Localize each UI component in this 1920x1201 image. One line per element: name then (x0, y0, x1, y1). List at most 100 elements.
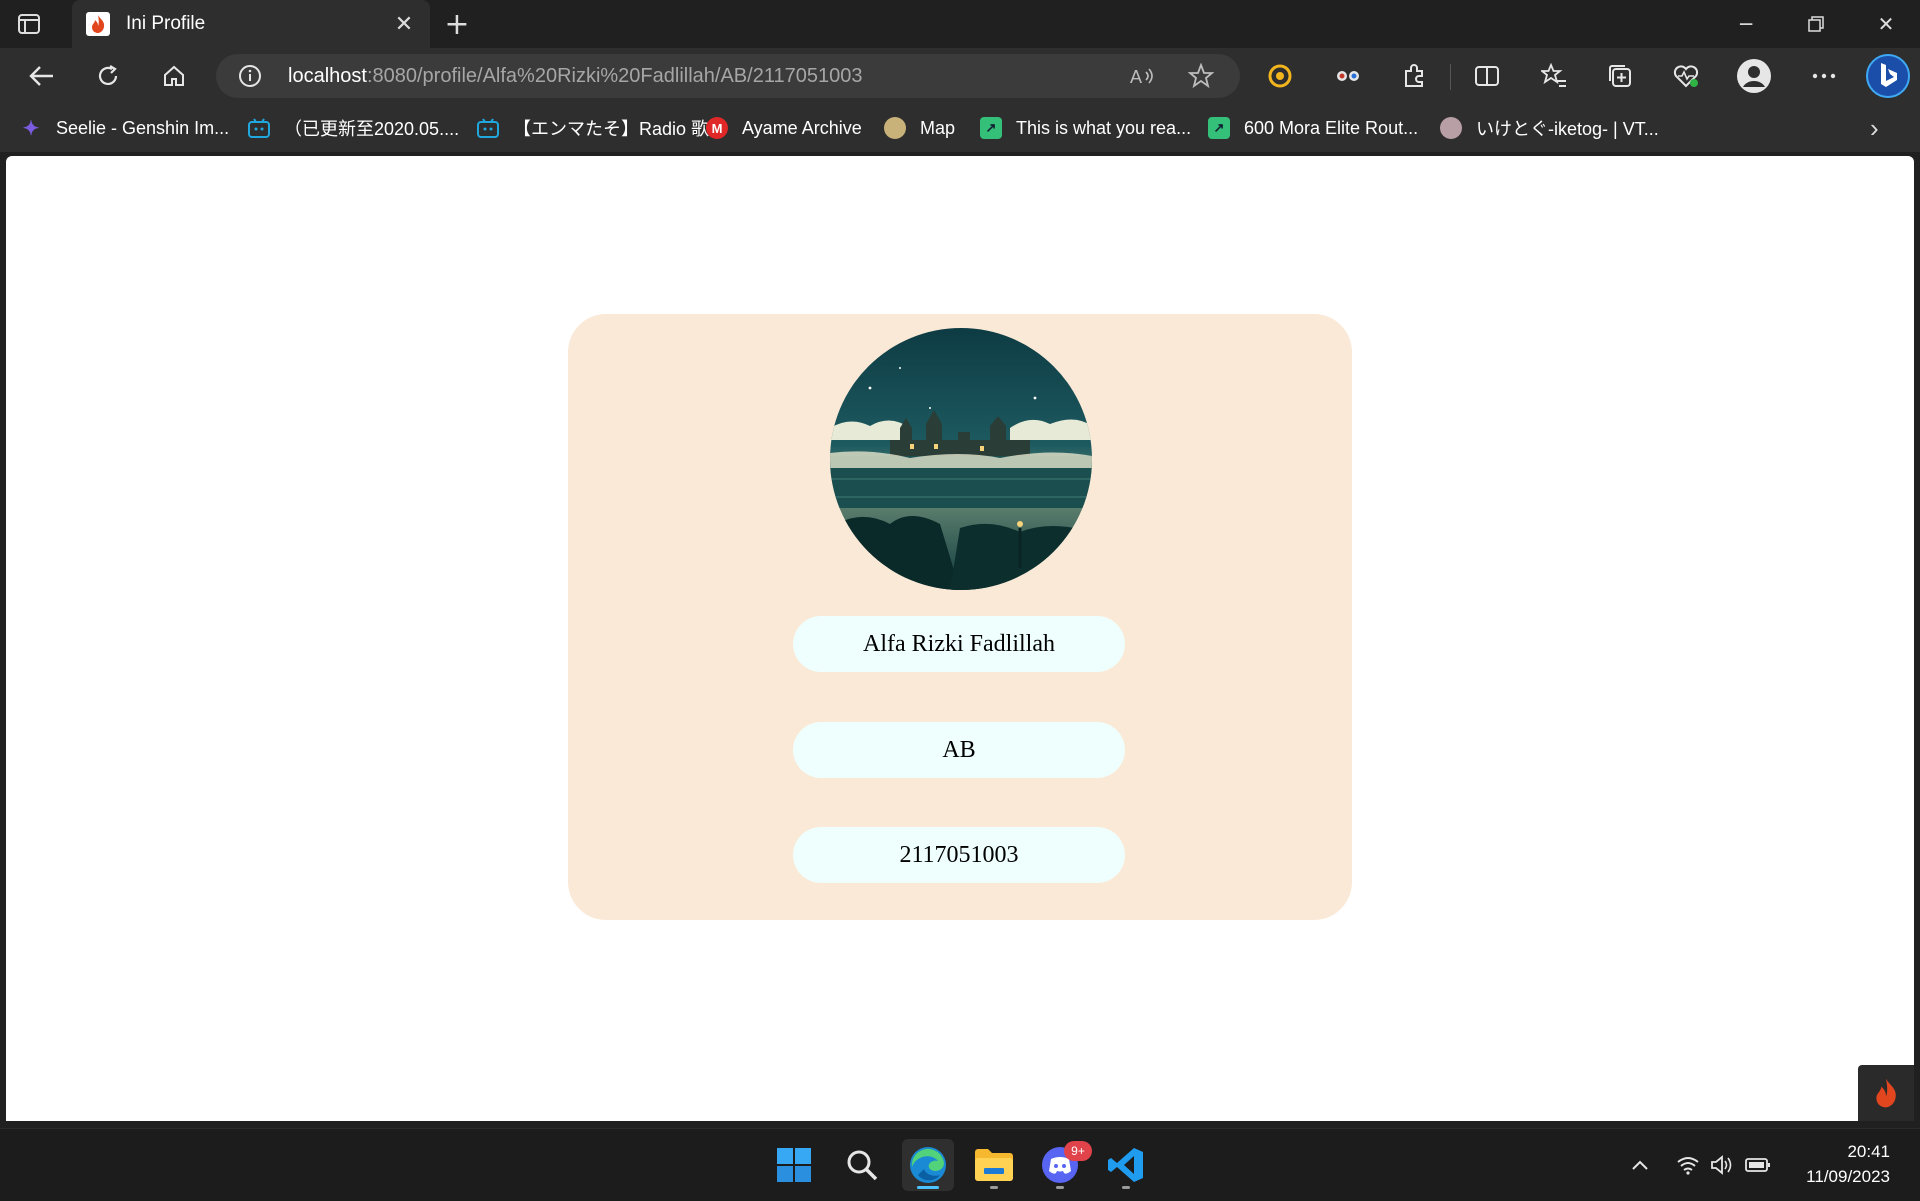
wifi-icon (1677, 1157, 1699, 1175)
running-indicator (1122, 1186, 1130, 1189)
search-button[interactable] (836, 1139, 888, 1191)
bookmark-item[interactable]: M Ayame Archive (706, 114, 862, 142)
bookmark-item[interactable]: ✦ Seelie - Genshin Im... (20, 114, 229, 142)
tab-close-icon[interactable]: ✕ (392, 12, 416, 37)
read-aloud-icon[interactable]: A (1130, 64, 1156, 88)
minimize-button[interactable]: ─ (1712, 0, 1780, 48)
bookmark-item[interactable]: ↗ This is what you rea... (980, 114, 1191, 142)
codeigniter-flame-icon (1876, 1078, 1896, 1108)
url-host: localhost (288, 65, 367, 87)
running-indicator (990, 1186, 998, 1189)
battery-icon (1745, 1158, 1770, 1172)
bookmarks-bar: ✦ Seelie - Genshin Im... （已更新至2020.05....… (0, 104, 1920, 152)
bing-copilot-button[interactable] (1864, 52, 1912, 100)
url-path: :8080/profile/Alfa%20Rizki%20Fadlillah/A… (366, 65, 863, 87)
search-icon (847, 1150, 878, 1181)
more-dots-icon (1812, 73, 1836, 79)
address-bar[interactable]: localhost:8080/profile/Alfa%20Rizki%20Fa… (216, 54, 1240, 98)
new-tab-button[interactable]: + (442, 7, 472, 42)
bing-icon (1866, 54, 1910, 98)
bookmark-item[interactable]: いけとぐ-iketog- | VT... (1440, 114, 1659, 142)
start-button[interactable] (768, 1139, 820, 1191)
active-indicator (917, 1186, 939, 1189)
extension-coin-button[interactable] (1262, 58, 1298, 94)
favorites-button[interactable] (1536, 58, 1572, 94)
site-info-icon[interactable] (238, 64, 262, 88)
vscode-icon (1108, 1148, 1143, 1182)
profile-card: Alfa Rizki Fadlillah AB 2117051003 (568, 314, 1352, 920)
running-indicator (1056, 1186, 1064, 1189)
url-text[interactable]: localhost:8080/profile/Alfa%20Rizki%20Fa… (288, 54, 862, 98)
bookmark-label: いけとぐ-iketog- | VT... (1476, 119, 1659, 139)
route-icon: ↗ (1208, 117, 1230, 139)
bilibili-icon (248, 117, 270, 139)
night-castle-illustration (830, 328, 1092, 590)
bookmark-label: 【エンマたそ】Radio 歌... (513, 119, 725, 139)
bookmark-item[interactable]: ↗ 600 Mora Elite Rout... (1208, 114, 1418, 142)
bookmark-item[interactable]: Map (884, 114, 955, 142)
bilibili-icon (477, 117, 499, 139)
notification-badge: 9+ (1064, 1141, 1092, 1161)
more-bookmarks-chevron-icon[interactable]: › (1870, 113, 1879, 143)
collections-button[interactable] (1602, 58, 1638, 94)
volume-icon (1711, 1155, 1732, 1175)
profile-avatar-icon (1737, 59, 1771, 93)
bookmark-label: 600 Mora Elite Rout... (1244, 117, 1419, 138)
battery-button[interactable] (1744, 1151, 1772, 1179)
home-button[interactable] (154, 58, 194, 94)
favorite-star-icon[interactable] (1188, 63, 1214, 89)
bookmark-item[interactable]: 【エンマたそ】Radio 歌... (477, 114, 724, 142)
bookmark-label: This is what you rea... (1016, 117, 1192, 138)
page-viewport: Alfa Rizki Fadlillah AB 2117051003 (6, 156, 1914, 1121)
refresh-icon (98, 65, 118, 85)
settings-more-button[interactable] (1806, 58, 1842, 94)
glasses-extension-icon (1337, 71, 1359, 81)
home-icon (164, 65, 184, 86)
refresh-button[interactable] (88, 58, 128, 94)
network-button[interactable] (1674, 1151, 1702, 1179)
codeigniter-debug-toolbar-button[interactable] (1858, 1065, 1914, 1121)
route-icon: ↗ (980, 117, 1002, 139)
codeigniter-favicon-icon (86, 12, 110, 36)
close-window-button[interactable]: ✕ (1852, 0, 1920, 48)
collections-icon (1609, 65, 1631, 87)
tab-actions-button[interactable] (14, 10, 44, 38)
show-hidden-icons-button[interactable] (1626, 1151, 1654, 1179)
back-button[interactable] (22, 58, 62, 94)
extension-glasses-button[interactable] (1330, 58, 1366, 94)
coin-extension-icon (1268, 64, 1292, 88)
active-tab[interactable]: Ini Profile ✕ (72, 0, 430, 48)
restore-button[interactable] (1782, 0, 1850, 48)
profile-name-field: Alfa Rizki Fadlillah (793, 616, 1125, 672)
tab-actions-icon (18, 14, 40, 34)
bookmark-label: Map (920, 117, 956, 138)
clock[interactable]: 20:41 11/09/2023 (1806, 1139, 1890, 1189)
tab-strip: Ini Profile ✕ + ─ ✕ (0, 0, 1920, 48)
taskbar-edge-app[interactable] (902, 1139, 954, 1191)
folder-icon (975, 1149, 1013, 1181)
taskbar-vscode-app[interactable] (1100, 1139, 1152, 1191)
taskbar-discord-app[interactable]: 9+ (1034, 1139, 1092, 1191)
toolbar-divider (1450, 64, 1451, 90)
svg-text:A: A (1130, 67, 1142, 87)
m-logo-icon: M (706, 117, 728, 139)
volume-button[interactable] (1708, 1151, 1736, 1179)
profile-class-field: AB (793, 722, 1125, 778)
clock-date: 11/09/2023 (1806, 1167, 1890, 1186)
back-arrow-icon (29, 66, 53, 86)
bookmark-item[interactable]: （已更新至2020.05.... (248, 114, 459, 142)
extensions-button[interactable] (1396, 58, 1432, 94)
restore-icon (1808, 16, 1824, 32)
windows-logo-icon (777, 1148, 811, 1182)
favorites-list-icon (1541, 63, 1566, 87)
profile-avatar-image (830, 328, 1092, 590)
butterfly-icon: ✦ (22, 117, 40, 140)
profile-button[interactable] (1736, 58, 1772, 94)
taskbar-file-explorer-app[interactable] (968, 1139, 1020, 1191)
bookmark-label: Ayame Archive (742, 117, 862, 138)
browser-essentials-button[interactable] (1668, 58, 1704, 94)
split-screen-button[interactable] (1469, 58, 1505, 94)
bookmark-label: Seelie - Genshin Im... (56, 117, 230, 138)
profile-npm-field: 2117051003 (793, 827, 1125, 883)
clock-time: 20:41 (1847, 1142, 1890, 1161)
